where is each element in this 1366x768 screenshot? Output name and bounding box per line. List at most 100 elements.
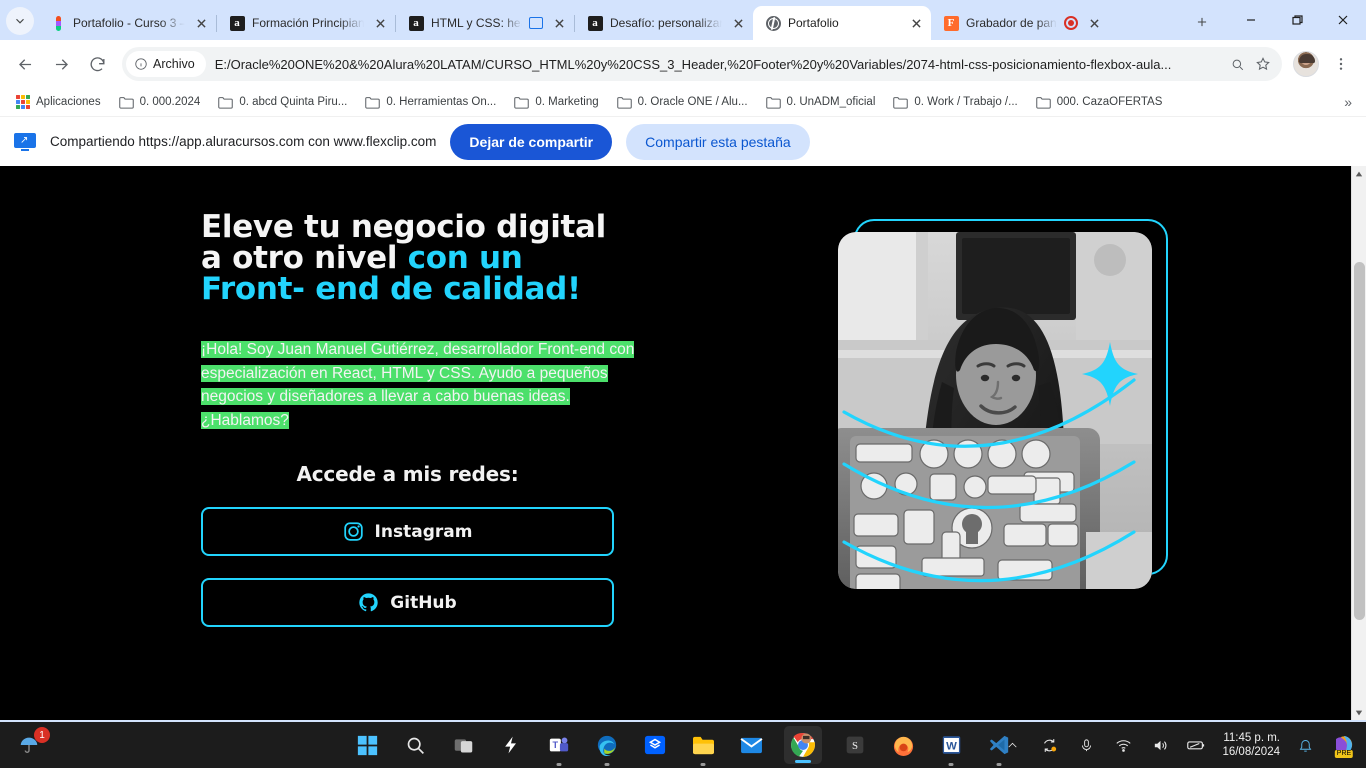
bookmark-folder[interactable]: 000. CazaOFERTAS [1028, 93, 1171, 112]
tab-close-button[interactable] [371, 14, 389, 32]
page-viewport: Eleve tu negocio digital a otro nivel co… [0, 166, 1366, 720]
tab-close-button[interactable] [1085, 14, 1103, 32]
shazam-app[interactable] [496, 730, 526, 760]
task-view-button[interactable] [448, 730, 478, 760]
bookmark-folder[interactable]: 0. abcd Quinta Piru... [210, 93, 355, 112]
bookmark-button[interactable] [1250, 51, 1276, 77]
folder-icon [218, 96, 234, 109]
wifi-icon[interactable] [1111, 737, 1135, 754]
folder-icon [1035, 96, 1051, 109]
page-scrollbar[interactable] [1351, 166, 1366, 720]
social-link-github[interactable]: GitHub [201, 578, 614, 628]
running-indicator [604, 763, 610, 766]
firefox-app[interactable] [888, 730, 918, 760]
dropbox-icon [644, 735, 666, 755]
tab-close-button[interactable] [550, 14, 568, 32]
tab-strip: Portafolio - Curso 3 – a Formación Princip… [0, 0, 1366, 40]
tray-overflow-button[interactable] [1000, 739, 1024, 752]
scroll-up-button[interactable] [1352, 166, 1366, 181]
edge-app[interactable] [592, 730, 622, 766]
tab-favicon [50, 15, 66, 31]
search-button[interactable] [400, 730, 430, 760]
umbrella-icon[interactable]: 1 [14, 727, 50, 760]
close-icon [911, 18, 921, 28]
bookmarks-overflow-button[interactable]: » [1338, 91, 1358, 113]
zoom-button[interactable] [1224, 51, 1250, 77]
browser-tab[interactable]: a HTML y CSS: heac [396, 6, 574, 40]
profile-avatar[interactable] [1293, 51, 1319, 77]
start-button[interactable] [352, 730, 382, 760]
social-link-instagram[interactable]: Instagram [201, 507, 614, 557]
tab-close-button[interactable] [907, 14, 925, 32]
bookmark-apps[interactable]: Aplicaciones [8, 92, 109, 112]
bookmark-folder-list: 0. 000.2024 0. abcd Quinta Piru... 0. Herr… [111, 93, 1171, 112]
forward-button[interactable] [44, 47, 78, 81]
browser-tab[interactable]: Portafolio - Curso 3 – [38, 6, 216, 40]
address-bar[interactable]: Archivo E:/Oracle%20ONE%20&%20Alura%20LA… [122, 47, 1282, 81]
browser-menu-button[interactable] [1324, 47, 1358, 81]
scrollbar-thumb[interactable] [1354, 262, 1365, 620]
bookmark-label: 0. Oracle ONE / Alu... [637, 96, 748, 108]
active-indicator [795, 760, 811, 763]
browser-tab[interactable]: a Formación Principiante [217, 6, 395, 40]
bookmarks-bar: Aplicaciones 0. 000.2024 0. abcd Quinta P… [0, 88, 1366, 116]
reload-button[interactable] [80, 47, 114, 81]
notifications-button[interactable] [1293, 738, 1317, 753]
bookmark-folder[interactable]: 0. 000.2024 [111, 93, 209, 112]
volume-icon[interactable] [1148, 737, 1172, 754]
bookmark-folder[interactable]: 0. Marketing [506, 93, 606, 112]
maximize-button[interactable] [1274, 0, 1320, 40]
social-link-label: GitHub [390, 592, 457, 613]
bookmark-apps-label: Aplicaciones [36, 96, 101, 108]
close-window-button[interactable] [1320, 0, 1366, 40]
tab-close-button[interactable] [729, 14, 747, 32]
bookmark-folder[interactable]: 0. Work / Trabajo /... [885, 93, 1025, 112]
svg-text:W: W [946, 740, 957, 752]
bookmark-folder[interactable]: 0. Herramientas On... [357, 93, 504, 112]
sublime-app[interactable]: S [840, 730, 870, 760]
battery-glyph [1187, 741, 1205, 750]
record-icon[interactable] [1064, 16, 1078, 30]
copilot-button[interactable]: PRE [1330, 733, 1358, 758]
social-links-list: Instagram GitHub [201, 507, 614, 628]
bookmark-folder[interactable]: 0. UnADM_oficial [758, 93, 884, 112]
bookmark-folder[interactable]: 0. Oracle ONE / Alu... [609, 93, 756, 112]
tab-search-button[interactable] [6, 7, 34, 35]
speaker-glyph [1154, 740, 1167, 750]
star-icon [1256, 57, 1270, 71]
cast-icon[interactable] [529, 17, 543, 29]
taskbar-weather-widget[interactable]: 1 [14, 727, 50, 760]
chrome-app[interactable] [784, 726, 822, 764]
system-tray: 11:45 p. m. 16/08/2024 PRE [1000, 731, 1358, 759]
wifi-glyph [1116, 739, 1131, 752]
tab-close-button[interactable] [192, 14, 210, 32]
new-tab-button[interactable] [1188, 8, 1216, 36]
photo-illustration [838, 232, 1152, 589]
dropbox-app[interactable] [640, 730, 670, 760]
word-app[interactable]: W [936, 730, 966, 766]
minimize-button[interactable] [1228, 0, 1274, 40]
browser-tab[interactable]: Portafolio [753, 6, 931, 40]
url-text[interactable]: E:/Oracle%20ONE%20&%20Alura%20LATAM/CURS… [215, 57, 1224, 72]
browser-tab[interactable]: F Grabador de pant [931, 6, 1109, 40]
file-explorer-app[interactable] [688, 730, 718, 766]
microphone-icon[interactable] [1074, 738, 1098, 753]
browser-tab[interactable]: a Desafío: personalizan [575, 6, 753, 40]
back-button[interactable] [8, 47, 42, 81]
onedrive-sync-icon[interactable] [1037, 737, 1061, 754]
stop-sharing-button[interactable]: Dejar de compartir [450, 123, 613, 160]
file-scheme-label: Archivo [153, 57, 195, 71]
share-message: Compartiendo https://app.aluracursos.com… [50, 134, 437, 149]
clock-time: 11:45 p. m. [1223, 732, 1280, 744]
browser-window: Portafolio - Curso 3 – a Formación Princip… [0, 0, 1366, 722]
file-scheme-chip[interactable]: Archivo [126, 51, 206, 77]
tab-favicon: a [408, 15, 424, 31]
taskbar-clock[interactable]: 11:45 p. m. 16/08/2024 [1222, 731, 1280, 759]
bookmark-label: 0. Marketing [535, 96, 599, 108]
figma-icon [53, 15, 64, 31]
mail-app[interactable] [736, 730, 766, 760]
battery-icon[interactable] [1185, 737, 1209, 753]
share-this-tab-button[interactable]: Compartir esta pestaña [626, 123, 810, 160]
teams-app[interactable]: T [544, 730, 574, 766]
scroll-down-button[interactable] [1352, 705, 1366, 720]
